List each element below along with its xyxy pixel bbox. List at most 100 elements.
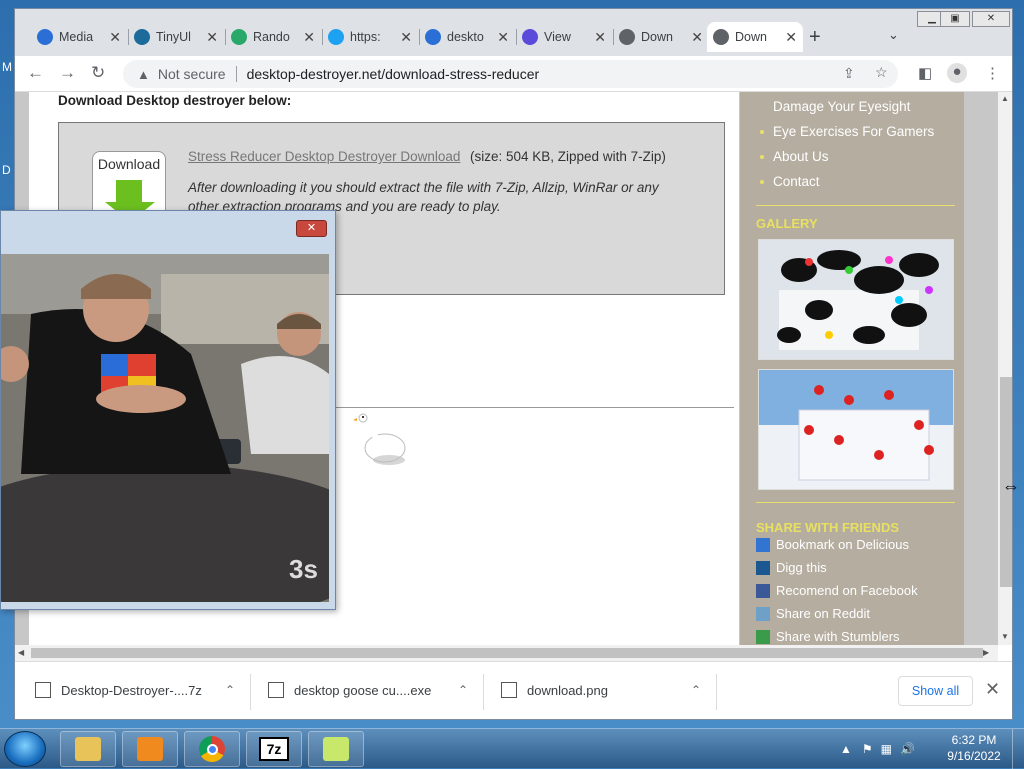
browser-tab[interactable]: https: ✕ <box>322 22 418 52</box>
browser-tab[interactable]: Rando ✕ <box>225 22 321 52</box>
scroll-right-icon[interactable]: ▶ <box>983 648 989 657</box>
reload-icon[interactable]: ↻ <box>91 63 105 83</box>
address-bar[interactable]: ▲ Not secure desktop-destroyer.net/downl… <box>123 60 898 88</box>
url-text[interactable]: desktop-destroyer.net/download-stress-re… <box>247 66 540 82</box>
back-arrow-icon[interactable]: ← <box>27 63 44 83</box>
vertical-scrollbar[interactable]: ▲ ▼ <box>998 92 1012 645</box>
tab-close-icon[interactable]: ✕ <box>785 29 797 46</box>
7zip-icon: 7z <box>259 737 289 761</box>
show-all-button[interactable]: Show all <box>898 676 973 706</box>
edge-icon <box>37 29 53 45</box>
security-status: Not secure <box>157 66 226 82</box>
forward-arrow-icon[interactable]: → <box>59 63 76 83</box>
profile-avatar-icon[interactable]: ● <box>947 63 967 83</box>
resize-cursor-icon: ⇔ <box>1002 476 1020 496</box>
share-link[interactable]: Digg this <box>756 560 827 575</box>
divider <box>756 502 955 503</box>
popup-close-button[interactable]: ✕ <box>296 220 327 237</box>
tab-search-chevron-icon[interactable]: ⌄ <box>888 27 899 43</box>
share-link[interactable]: Bookmark on Delicious <box>756 537 909 552</box>
sidebar-link[interactable]: Contact <box>773 174 820 189</box>
share-link[interactable]: Share with Stumblers <box>756 629 900 644</box>
video-frame: 3s <box>1 254 329 602</box>
explorer-icon <box>75 737 101 761</box>
tab-strip: ▁ ▣ ✕ Media ✕ TinyUl ✕ Rando ✕ https: ✕ deskto ✕ V… <box>15 9 1012 56</box>
tab-close-icon[interactable]: ✕ <box>497 29 509 46</box>
share-link[interactable]: Share on Reddit <box>756 606 870 621</box>
tab-close-icon[interactable]: ✕ <box>206 29 218 46</box>
chevron-up-icon[interactable]: ⌃ <box>691 683 701 697</box>
globe-icon <box>713 29 729 45</box>
taskbar-app-button[interactable] <box>184 731 240 767</box>
taskbar-app-button[interactable] <box>60 731 116 767</box>
start-button-icon[interactable] <box>4 731 46 767</box>
tab-label: TinyUl <box>156 30 191 44</box>
bookmark-star-icon[interactable]: ☆ <box>875 64 888 81</box>
tab-close-icon[interactable]: ✕ <box>594 29 606 46</box>
clock-time: 6:32 PM <box>951 733 997 747</box>
tab-close-icon[interactable]: ✕ <box>400 29 412 46</box>
stumbleupon-icon <box>756 629 770 644</box>
volume-icon[interactable]: 🔊 <box>900 742 915 756</box>
tray-expand-icon[interactable]: ▲ <box>840 742 852 756</box>
gallery-image-1[interactable] <box>758 239 954 360</box>
taskbar-app-button[interactable]: 7z <box>246 731 302 767</box>
show-desktop-button[interactable] <box>1012 729 1024 769</box>
clock[interactable]: 6:32 PM 9/16/2022 <box>944 732 1004 764</box>
tab-close-icon[interactable]: ✕ <box>109 29 121 46</box>
download-filename: download.png <box>527 682 608 698</box>
twitter-icon <box>328 29 344 45</box>
horizontal-scrollbar[interactable]: ◀ ▶ <box>15 645 998 661</box>
video-timer-overlay: 3s <box>289 554 318 584</box>
tab-close-icon[interactable]: ✕ <box>303 29 315 46</box>
sidebar-link[interactable]: Eye Exercises For Gamers <box>773 124 934 139</box>
sidebar: Damage Your Eyesight Eye Exercises For G… <box>740 92 964 645</box>
link-icon <box>134 29 150 45</box>
scroll-left-icon[interactable]: ◀ <box>18 648 24 657</box>
share-title: SHARE WITH FRIENDS <box>756 520 899 535</box>
edge-icon <box>425 29 441 45</box>
desktop-goose-sprite <box>353 413 406 465</box>
close-downloads-icon[interactable]: ✕ <box>985 679 1000 700</box>
desktop-text-fragment: M <box>2 60 12 74</box>
menu-kebab-icon[interactable]: ⋮ <box>985 64 1000 82</box>
scroll-down-icon[interactable]: ▼ <box>1001 632 1009 641</box>
tab-close-icon[interactable]: ✕ <box>691 29 703 46</box>
chevron-up-icon[interactable]: ⌃ <box>458 683 468 697</box>
taskbar-app-button[interactable] <box>122 731 178 767</box>
r-icon <box>231 29 247 45</box>
scroll-up-icon[interactable]: ▲ <box>1001 94 1009 103</box>
browser-tab[interactable]: deskto ✕ <box>419 22 515 52</box>
gallery-image-2[interactable] <box>758 369 954 490</box>
download-item[interactable]: download.png ⌃ <box>501 662 711 718</box>
download-link[interactable]: Stress Reducer Desktop Destroyer Downloa… <box>188 149 460 164</box>
side-panel-icon[interactable]: ◧ <box>918 64 932 82</box>
bullet <box>760 180 764 184</box>
browser-tab[interactable]: Media ✕ <box>31 22 127 52</box>
browser-tab[interactable]: Down ✕ <box>707 22 803 52</box>
horizontal-scroll-thumb[interactable] <box>31 648 983 658</box>
window-close-button[interactable]: ✕ <box>972 11 1010 27</box>
7z-exe-icon <box>268 682 284 698</box>
browser-tab[interactable]: View ✕ <box>516 22 612 52</box>
download-item[interactable]: desktop goose cu....exe ⌃ <box>268 662 478 718</box>
clock-date: 9/16/2022 <box>947 749 1001 763</box>
maximize-button[interactable]: ▣ <box>940 11 970 27</box>
share-icon[interactable]: ⇪ <box>843 65 855 82</box>
divider <box>756 205 955 206</box>
sidebar-link[interactable]: Damage Your Eyesight <box>773 99 910 114</box>
sidebar-link[interactable]: About Us <box>773 149 829 164</box>
network-icon[interactable]: ▦ <box>881 742 892 756</box>
chevron-up-icon[interactable]: ⌃ <box>225 683 235 697</box>
browser-tab[interactable]: Down ✕ <box>613 22 709 52</box>
facebook-icon <box>756 583 770 598</box>
reddit-icon <box>756 606 770 621</box>
download-item[interactable]: Desktop-Destroyer-....7z ⌃ <box>35 662 245 718</box>
new-tab-button[interactable]: + <box>809 26 821 49</box>
share-link-label: Share on Reddit <box>776 606 870 621</box>
browser-tab[interactable]: TinyUl ✕ <box>128 22 224 52</box>
share-link[interactable]: Recomend on Facebook <box>756 583 918 598</box>
action-center-icon[interactable]: ⚑ <box>862 742 873 756</box>
taskbar-app-button[interactable] <box>308 731 364 767</box>
desktop-goose-icon <box>323 737 349 761</box>
